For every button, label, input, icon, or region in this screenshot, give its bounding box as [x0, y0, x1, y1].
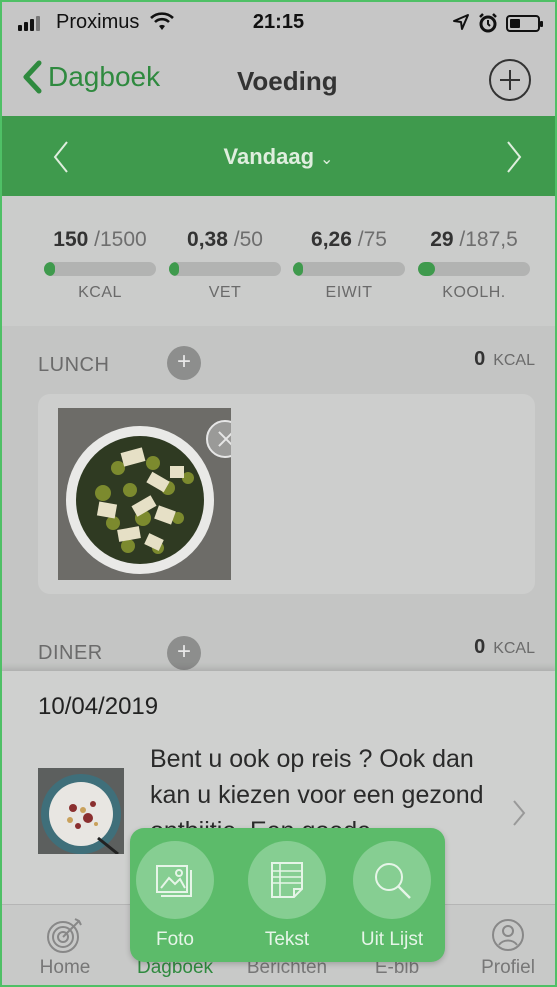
stat-vet: 0,38 /50 VET: [169, 228, 281, 302]
progress-bar: [169, 262, 281, 276]
date-dropdown[interactable]: Vandaag ⌄: [0, 144, 557, 170]
chevron-down-icon: ⌄: [320, 151, 334, 168]
nutrition-summary: 150 /1500 KCAL 0,38 /50 VET 6,26 /75 EIW…: [0, 196, 557, 326]
action-label: Foto: [155, 929, 195, 950]
stat-kcal: 150 /1500 KCAL: [44, 228, 156, 302]
tab-label: Profiel: [481, 957, 535, 978]
stat-label: EIWIT: [325, 284, 373, 301]
battery-icon: [506, 15, 543, 32]
meal-kcal-lunch: 0 KCAL: [474, 348, 535, 370]
add-photo-button[interactable]: Foto: [130, 841, 220, 951]
stat-label: VET: [208, 284, 242, 301]
date-selector: Vandaag ⌄: [0, 116, 557, 196]
news-date: 10/04/2019: [38, 693, 159, 720]
back-label: Dagboek: [48, 61, 161, 92]
navigation-bar: Dagboek Voeding: [0, 46, 557, 116]
stat-label: KCAL: [78, 284, 122, 301]
action-label: Uit Lijst: [360, 929, 424, 950]
progress-bar: [293, 262, 405, 276]
next-day-button[interactable]: [505, 140, 523, 179]
search-icon: [353, 841, 431, 919]
add-diner-button[interactable]: +: [167, 636, 201, 670]
add-entry-button[interactable]: [489, 59, 531, 101]
stat-label: KOOLH.: [442, 284, 506, 301]
status-time: 21:15: [252, 11, 305, 33]
progress-bar: [44, 262, 156, 276]
meal-title-lunch: LUNCH: [38, 354, 110, 376]
tab-label: Home: [39, 957, 91, 978]
chevron-right-icon[interactable]: [512, 799, 526, 832]
meal-card-lunch: [38, 394, 535, 594]
photo-icon: [136, 841, 214, 919]
stat-value: 0,38 /50: [187, 228, 263, 251]
page-title: Voeding: [237, 66, 338, 96]
tab-home[interactable]: Home: [10, 913, 120, 979]
target-icon: [10, 913, 120, 957]
status-bar: Proximus 21:15: [0, 0, 557, 46]
meal-kcal-diner: 0 KCAL: [474, 636, 535, 658]
meals-list: LUNCH + 0 KCAL DINER + 0 KCAL: [0, 326, 557, 671]
add-text-button[interactable]: Tekst: [242, 841, 332, 951]
text-note-icon: [248, 841, 326, 919]
meal-photo[interactable]: [58, 408, 231, 580]
tab-profiel[interactable]: Profiel: [453, 913, 557, 979]
add-lunch-button[interactable]: +: [167, 346, 201, 380]
add-from-list-button[interactable]: Uit Lijst: [347, 841, 437, 951]
stat-value: 29 /187,5: [430, 228, 518, 251]
stat-value: 6,26 /75: [311, 228, 387, 251]
stat-eiwit: 6,26 /75 EIWIT: [293, 228, 405, 302]
add-entry-popup: Foto Tekst Uit Lijst: [130, 828, 445, 962]
meal-title-diner: DINER: [38, 642, 103, 664]
news-thumbnail[interactable]: [38, 768, 124, 854]
stat-value: 150 /1500: [53, 228, 147, 251]
stat-koolh: 29 /187,5 KOOLH.: [418, 228, 530, 302]
profile-icon: [453, 913, 557, 957]
location-arrow-icon: [452, 13, 470, 36]
chevron-left-icon: [23, 60, 42, 94]
progress-bar: [418, 262, 530, 276]
chevron-right-icon: [507, 141, 522, 173]
date-label: Vandaag: [223, 144, 315, 169]
alarm-icon: [478, 13, 498, 38]
back-button[interactable]: Dagboek: [22, 60, 160, 94]
action-label: Tekst: [264, 929, 310, 950]
